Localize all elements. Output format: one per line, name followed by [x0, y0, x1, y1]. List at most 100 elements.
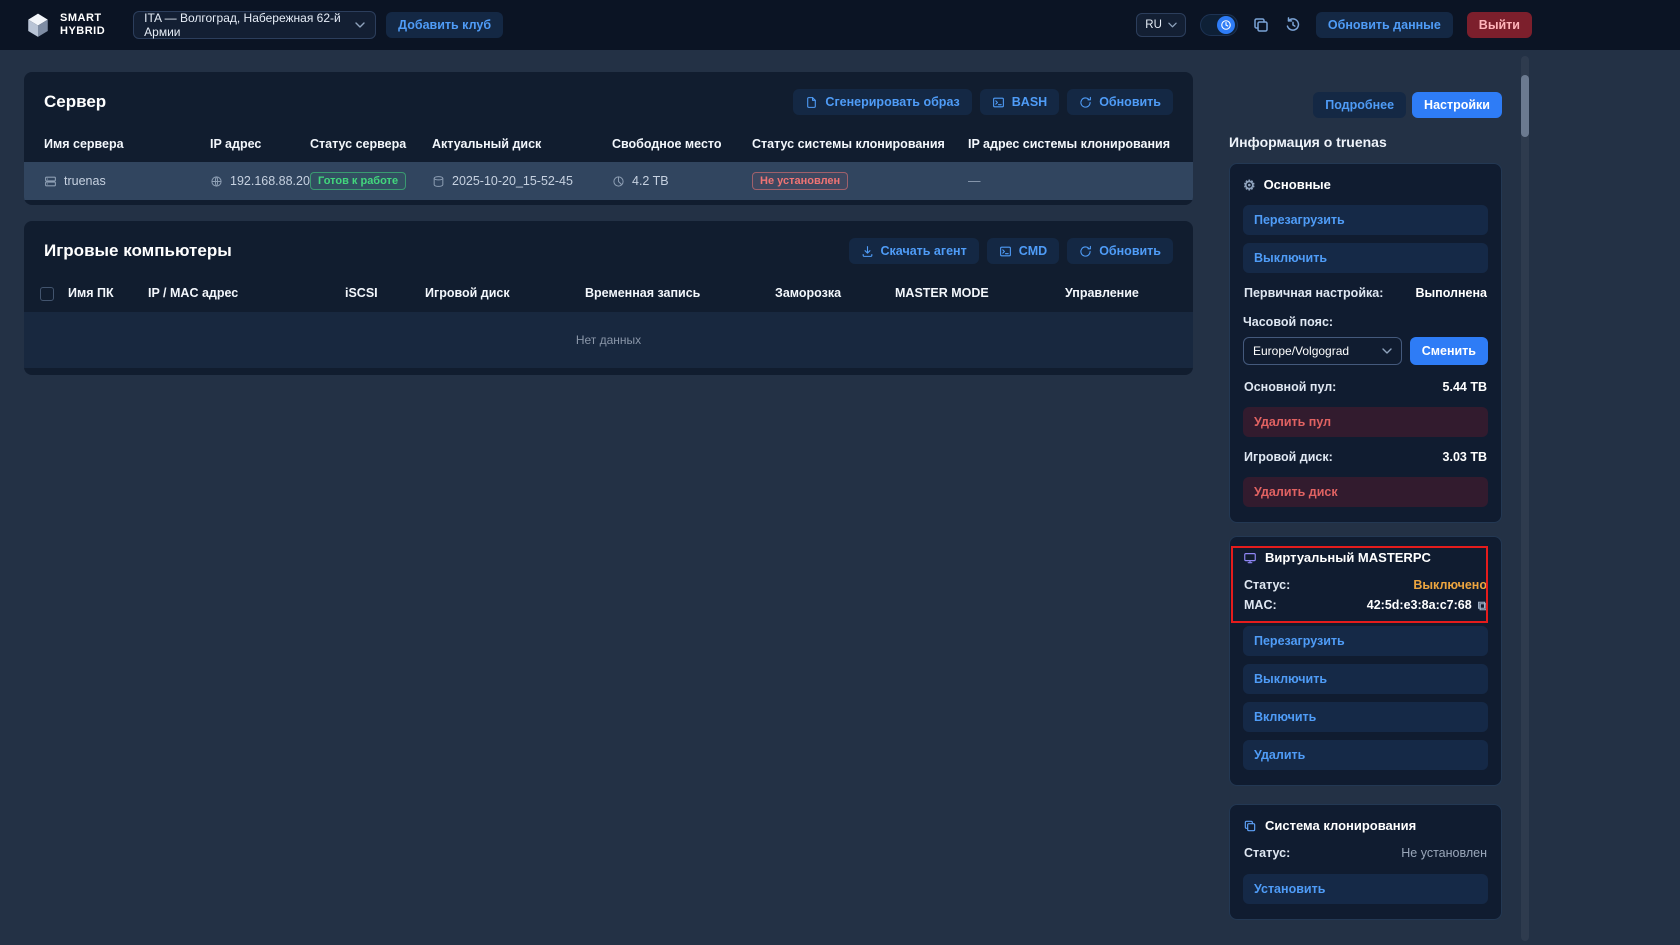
download-agent-button[interactable]: Скачать агент — [849, 238, 979, 264]
computers-refresh-button[interactable]: Обновить — [1067, 238, 1173, 264]
delete-pool-button[interactable]: Удалить пул — [1243, 407, 1488, 437]
game-disk-label: Игровой диск: — [1244, 450, 1333, 464]
add-club-button[interactable]: Добавить клуб — [386, 12, 503, 38]
column-header: IP адрес системы клонирования — [968, 126, 1193, 162]
masterpc-section-title: Виртуальный MASTERPC — [1265, 550, 1431, 565]
topbar: SMART HYBRID ITA — Волгоград, Набережная… — [0, 0, 1680, 50]
column-header: IP / MAC адрес — [148, 275, 345, 312]
computers-card-title: Игровые компьютеры — [44, 241, 232, 261]
brand: SMART HYBRID — [25, 12, 105, 38]
masterpc-status-value: Выключено — [1413, 578, 1487, 592]
chevron-down-icon — [1168, 22, 1177, 28]
initial-setup-value: Выполнена — [1415, 286, 1487, 300]
refresh-data-button[interactable]: Обновить данные — [1316, 12, 1453, 38]
language-select[interactable]: RU — [1136, 13, 1186, 37]
main-pool-value: 5.44 TB — [1443, 380, 1487, 394]
chevron-down-icon — [355, 22, 365, 28]
server-shutdown-button[interactable]: Выключить — [1243, 243, 1488, 273]
masterpc-shutdown-button[interactable]: Выключить — [1243, 664, 1488, 694]
server-name: truenas — [64, 174, 106, 188]
cloning-install-button[interactable]: Установить — [1243, 874, 1488, 904]
delete-disk-button[interactable]: Удалить диск — [1243, 477, 1488, 507]
server-reboot-button[interactable]: Перезагрузить — [1243, 205, 1488, 235]
clock-icon — [1217, 16, 1235, 34]
column-header: Статус сервера — [310, 126, 432, 162]
timezone-select[interactable]: Europe/Volgograd — [1243, 337, 1402, 365]
chevron-down-icon — [1382, 348, 1392, 354]
computers-card: Игровые компьютеры Скачать агент CMD — [24, 221, 1193, 375]
disk-icon — [432, 175, 445, 188]
column-header: Статус системы клонирования — [752, 126, 968, 162]
main-content: Сервер Сгенерировать образ BASH — [24, 72, 1193, 375]
server-ip: 192.168.88.20 — [230, 174, 310, 188]
clone-status-badge: Не установлен — [752, 172, 848, 190]
copy-icon[interactable]: ⧉ — [1478, 599, 1487, 612]
select-all-checkbox[interactable] — [40, 287, 54, 301]
cloning-section-title: Система клонирования — [1265, 818, 1416, 833]
timezone-change-button[interactable]: Сменить — [1410, 337, 1488, 365]
download-agent-label: Скачать агент — [881, 244, 967, 258]
server-table-row[interactable]: truenas 192.168.88.20 ⧉ Го — [24, 162, 1193, 200]
language-value: RU — [1145, 19, 1162, 31]
sidebar-tabs: Подробнее Настройки — [1229, 92, 1502, 118]
cmd-button[interactable]: CMD — [987, 238, 1059, 264]
club-select-value: ITA — Волгоград, Набережная 62-й Армии — [144, 11, 347, 39]
server-icon — [44, 175, 57, 188]
column-header: MASTER MODE — [895, 275, 1065, 312]
refresh-icon — [1079, 245, 1092, 258]
brand-name: SMART HYBRID — [60, 12, 105, 38]
cmd-label: CMD — [1019, 244, 1047, 258]
computers-refresh-label: Обновить — [1099, 244, 1161, 258]
terminal-icon — [992, 96, 1005, 109]
scrollbar-track — [1521, 56, 1529, 941]
server-status-badge: Готов к работе — [310, 172, 406, 190]
server-table: Имя сервера IP адрес Статус сервера Акту… — [24, 126, 1193, 200]
generate-image-button[interactable]: Сгенерировать образ — [793, 89, 971, 115]
column-header: Игровой диск — [425, 275, 585, 312]
cloning-section: Система клонирования Статус: Не установл… — [1229, 804, 1502, 920]
globe-icon — [210, 175, 223, 188]
pages-icon — [1252, 16, 1270, 34]
pages-button[interactable] — [1252, 16, 1270, 34]
timezone-label: Часовой пояс: — [1243, 315, 1488, 329]
bash-label: BASH — [1012, 95, 1047, 109]
club-select[interactable]: ITA — Волгоград, Набережная 62-й Армии — [133, 11, 376, 39]
masterpc-delete-button[interactable]: Удалить — [1243, 740, 1488, 770]
bash-button[interactable]: BASH — [980, 89, 1059, 115]
server-card: Сервер Сгенерировать образ BASH — [24, 72, 1193, 205]
tab-settings[interactable]: Настройки — [1412, 92, 1502, 118]
column-header: Свободное место — [612, 126, 752, 162]
virtual-machine-icon — [1243, 551, 1257, 565]
cloning-status-value: Не установлен — [1401, 846, 1487, 860]
general-section-title: Основные — [1264, 177, 1331, 192]
logout-label: Выйти — [1479, 18, 1520, 32]
theme-toggle[interactable] — [1200, 14, 1238, 36]
add-club-label: Добавить клуб — [398, 18, 491, 32]
refresh-icon — [1079, 96, 1092, 109]
masterpc-mac-label: MAC: — [1244, 598, 1277, 612]
column-header: Временная запись — [585, 275, 775, 312]
column-header: iSCSI — [345, 275, 425, 312]
clone-icon — [1243, 819, 1257, 833]
generate-image-label: Сгенерировать образ — [825, 95, 959, 109]
tab-details[interactable]: Подробнее — [1313, 92, 1406, 118]
server-refresh-button[interactable]: Обновить — [1067, 89, 1173, 115]
masterpc-mac-value: 42:5d:e3:8a:c7:68 — [1367, 598, 1472, 612]
timezone-value: Europe/Volgograd — [1253, 344, 1349, 358]
masterpc-section: Виртуальный MASTERPC Статус: Выключено M… — [1229, 536, 1502, 786]
clone-ip-value: — — [968, 174, 981, 188]
main-pool-label: Основной пул: — [1244, 380, 1336, 394]
computers-table: Имя ПК IP / MAC адрес iSCSI Игровой диск… — [24, 275, 1193, 312]
masterpc-reboot-button[interactable]: Перезагрузить — [1243, 626, 1488, 656]
masterpc-status-label: Статус: — [1244, 578, 1290, 592]
scrollbar-thumb[interactable] — [1521, 75, 1529, 137]
general-section: ⚙ Основные Перезагрузить Выключить Перви… — [1229, 163, 1502, 523]
column-header: Имя ПК — [68, 275, 148, 312]
sidebar-heading: Информация о truenas — [1229, 134, 1502, 150]
logout-button[interactable]: Выйти — [1467, 12, 1532, 38]
history-button[interactable] — [1284, 16, 1302, 34]
masterpc-poweron-button[interactable]: Включить — [1243, 702, 1488, 732]
actual-disk-value: 2025-10-20_15-52-45 — [452, 174, 573, 188]
history-icon — [1284, 16, 1302, 34]
game-disk-value: 3.03 TB — [1443, 450, 1487, 464]
